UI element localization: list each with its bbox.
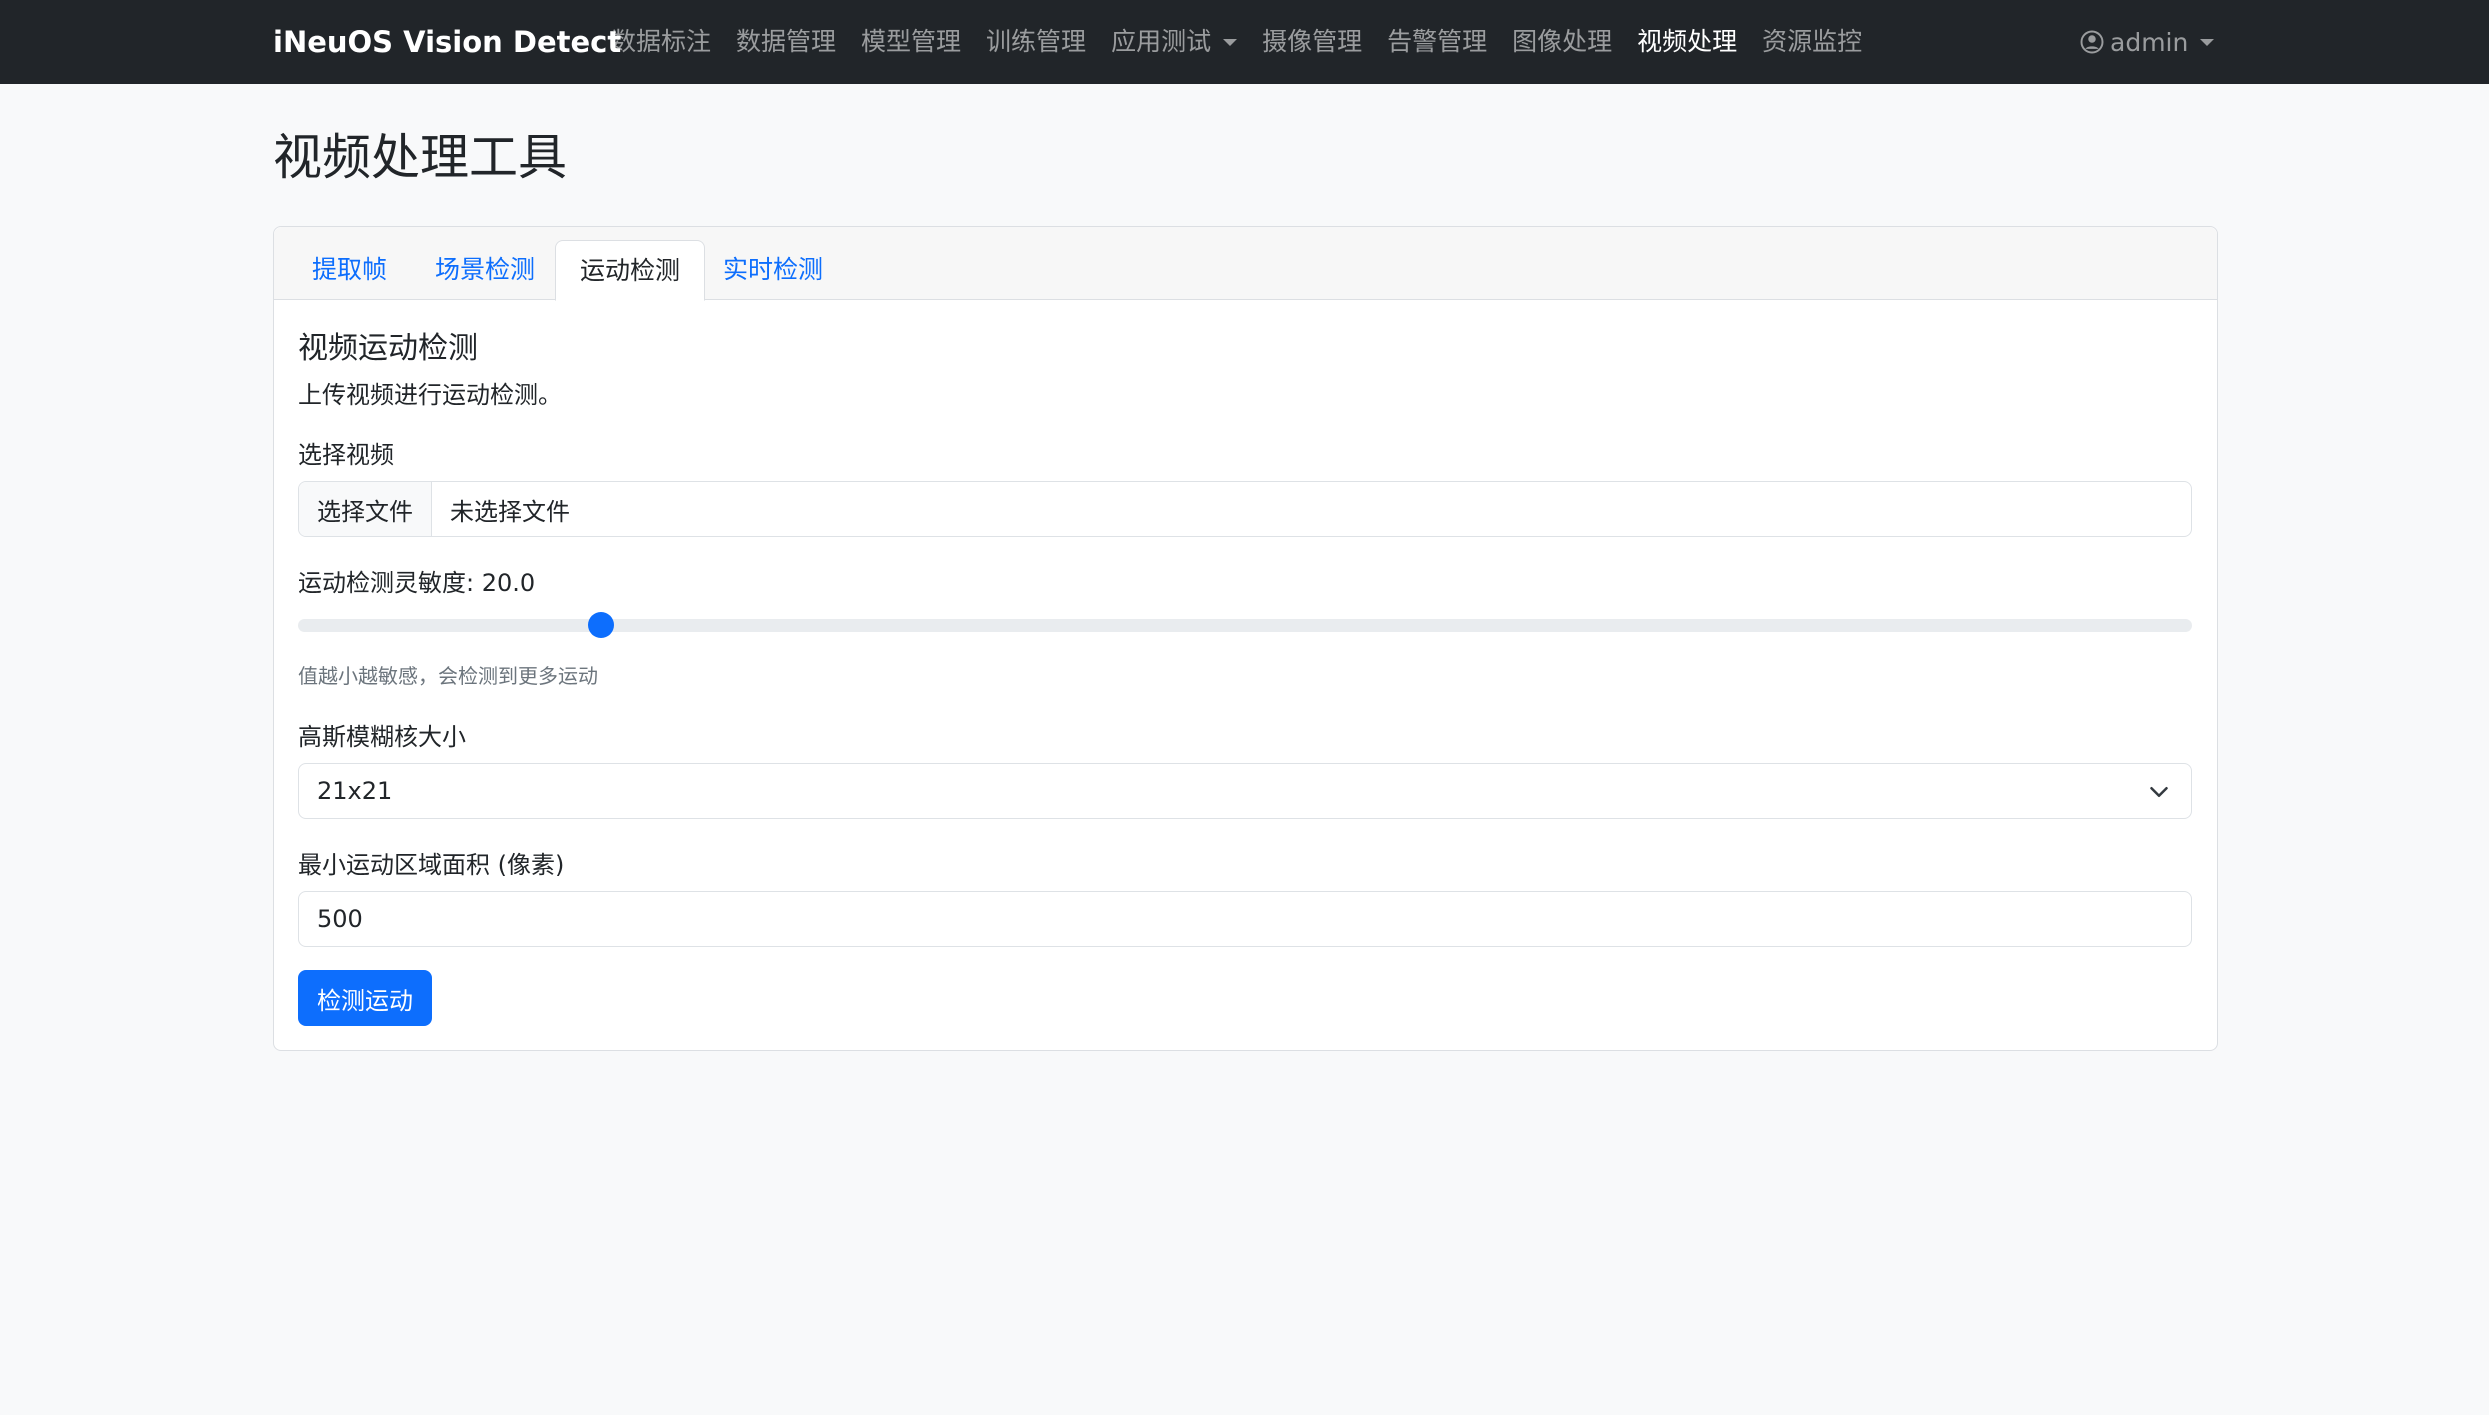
tab-realtime-detection[interactable]: 实时检测: [699, 240, 847, 301]
nav-label: 告警管理: [1387, 27, 1488, 56]
page-title: 视频处理工具: [273, 129, 568, 186]
tab-scene-detection[interactable]: 场景检测: [411, 240, 559, 301]
user-menu-dropdown[interactable]: admin: [2080, 0, 2215, 84]
detect-motion-button[interactable]: 检测运动: [298, 970, 432, 1026]
tool-card: 提取帧 场景检测 运动检测 实时检测 视频运动检测 上传视频进行运动检测。 选择…: [273, 226, 2218, 1051]
tab-motion-detection[interactable]: 运动检测: [555, 240, 706, 301]
choose-file-button[interactable]: 选择文件: [299, 482, 432, 536]
section-description: 上传视频进行运动检测。: [298, 381, 562, 409]
tab-extract-frames[interactable]: 提取帧: [288, 240, 411, 301]
nav-label: 模型管理: [861, 27, 962, 56]
brand-logo[interactable]: iNeuOS Vision Detect: [273, 0, 621, 84]
nav-label: 应用测试: [1111, 27, 1212, 56]
min-area-label: 最小运动区域面积 (像素): [298, 851, 565, 879]
select-value: 21x21: [317, 777, 393, 805]
sensitivity-help-text: 值越小越敏感，会检测到更多运动: [298, 664, 598, 688]
nav-item-data-annotation[interactable]: 数据标注: [611, 0, 711, 84]
nav-links: 数据标注 数据管理 模型管理 训练管理 应用测试 摄像管理 告警管理 图像处理 …: [611, 0, 1862, 84]
nav-label: 数据标注: [611, 27, 712, 56]
nav-item-resource-monitoring[interactable]: 资源监控: [1762, 0, 1862, 84]
nav-item-data-management[interactable]: 数据管理: [736, 0, 836, 84]
nav-label: 摄像管理: [1262, 27, 1363, 56]
nav-label: 数据管理: [736, 27, 837, 56]
user-circle-icon: [2080, 30, 2104, 54]
nav-item-model-management[interactable]: 模型管理: [861, 0, 961, 84]
min-area-input[interactable]: 500: [298, 891, 2192, 947]
blur-kernel-select[interactable]: 21x21: [298, 763, 2192, 819]
nav-item-video-processing[interactable]: 视频处理: [1637, 0, 1737, 84]
nav-label: 训练管理: [986, 27, 1087, 56]
nav-item-alarm-management[interactable]: 告警管理: [1387, 0, 1487, 84]
blur-kernel-label: 高斯模糊核大小: [298, 723, 466, 751]
sensitivity-label: 运动检测灵敏度: 20.0: [298, 569, 536, 597]
nav-item-image-processing[interactable]: 图像处理: [1512, 0, 1612, 84]
nav-label: 图像处理: [1512, 27, 1613, 56]
user-name: admin: [2110, 27, 2189, 57]
top-navbar: iNeuOS Vision Detect 数据标注 数据管理 模型管理 训练管理…: [0, 0, 2489, 84]
nav-item-camera-management[interactable]: 摄像管理: [1262, 0, 1362, 84]
file-status: 未选择文件: [450, 497, 570, 526]
chevron-down-icon: [2150, 787, 2168, 797]
input-value: 500: [317, 905, 363, 933]
video-file-input[interactable]: 选择文件 未选择文件: [298, 481, 2192, 537]
nav-item-app-testing-dropdown[interactable]: 应用测试: [1111, 0, 1238, 84]
nav-item-training-management[interactable]: 训练管理: [986, 0, 1086, 84]
section-title: 视频运动检测: [298, 331, 478, 366]
caret-down-icon: [1223, 38, 1238, 46]
nav-label: 视频处理: [1637, 27, 1738, 56]
caret-down-icon: [2200, 38, 2215, 46]
slider-thumb[interactable]: [588, 612, 615, 638]
tabs-header: 提取帧 场景检测 运动检测 实时检测: [274, 227, 2217, 301]
video-label: 选择视频: [298, 441, 394, 469]
sensitivity-slider[interactable]: [298, 612, 2192, 638]
nav-label: 资源监控: [1762, 27, 1863, 56]
